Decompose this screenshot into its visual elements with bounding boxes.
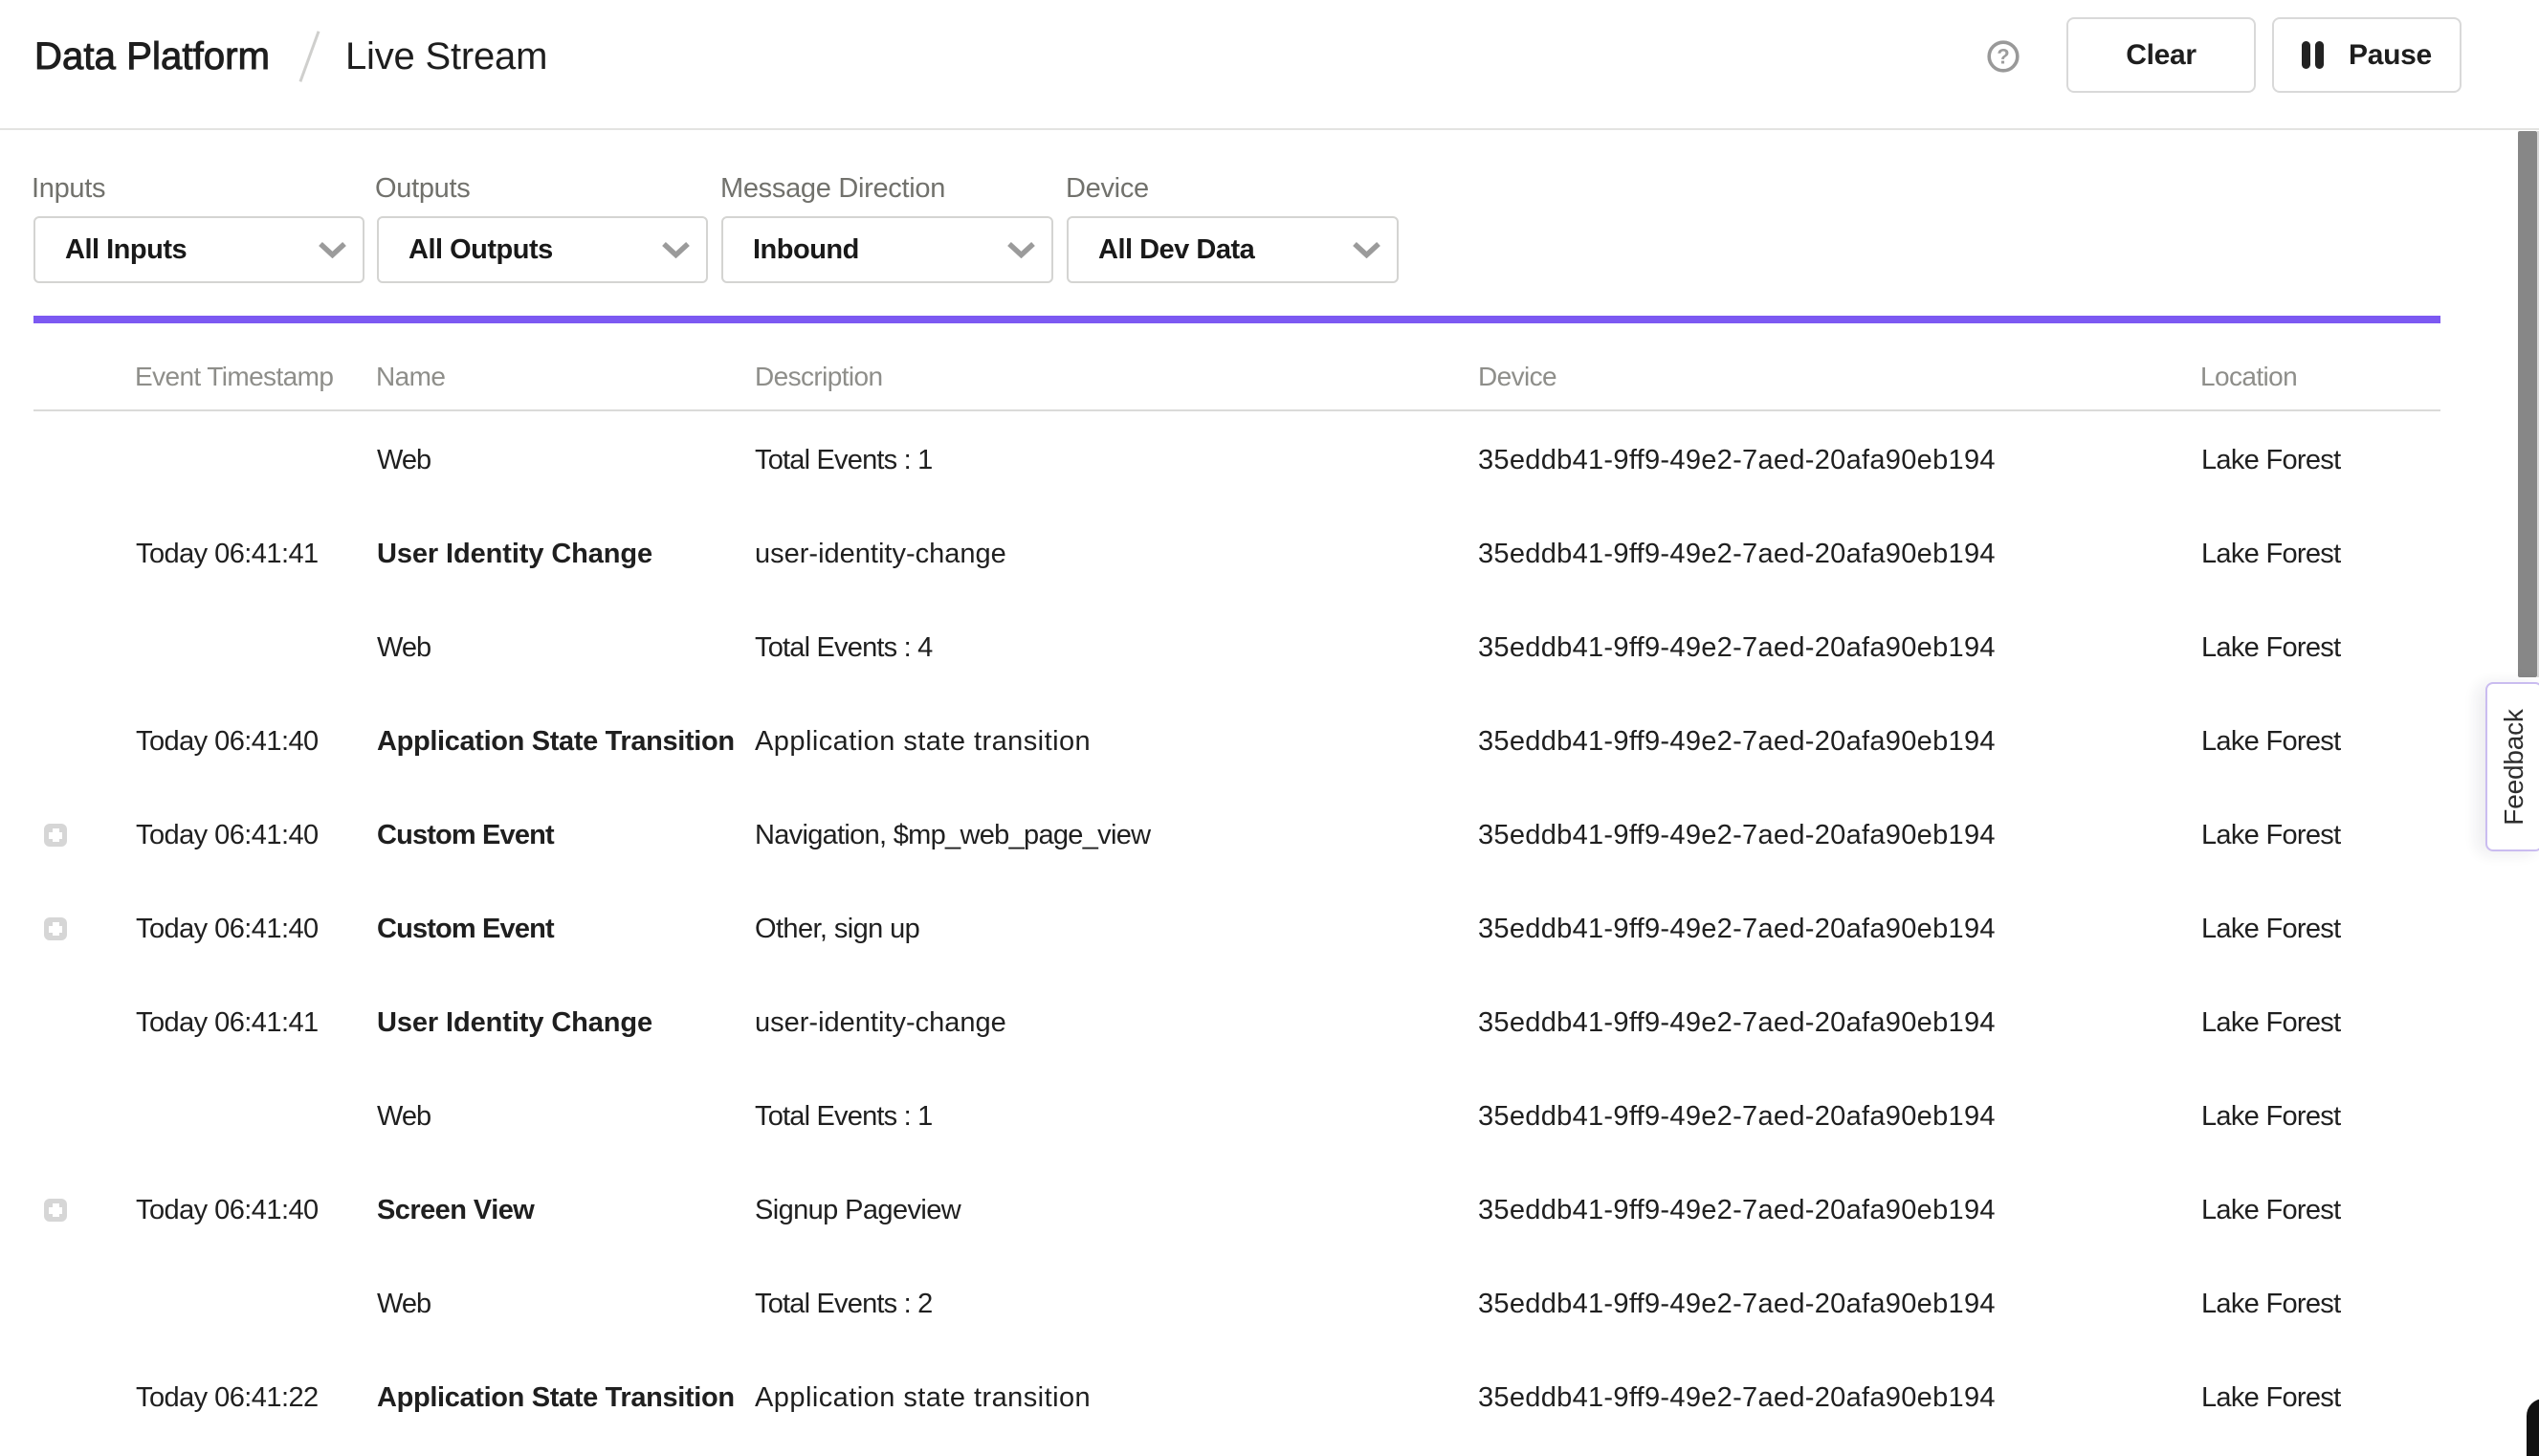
svg-text:?: ? — [1997, 45, 2009, 69]
